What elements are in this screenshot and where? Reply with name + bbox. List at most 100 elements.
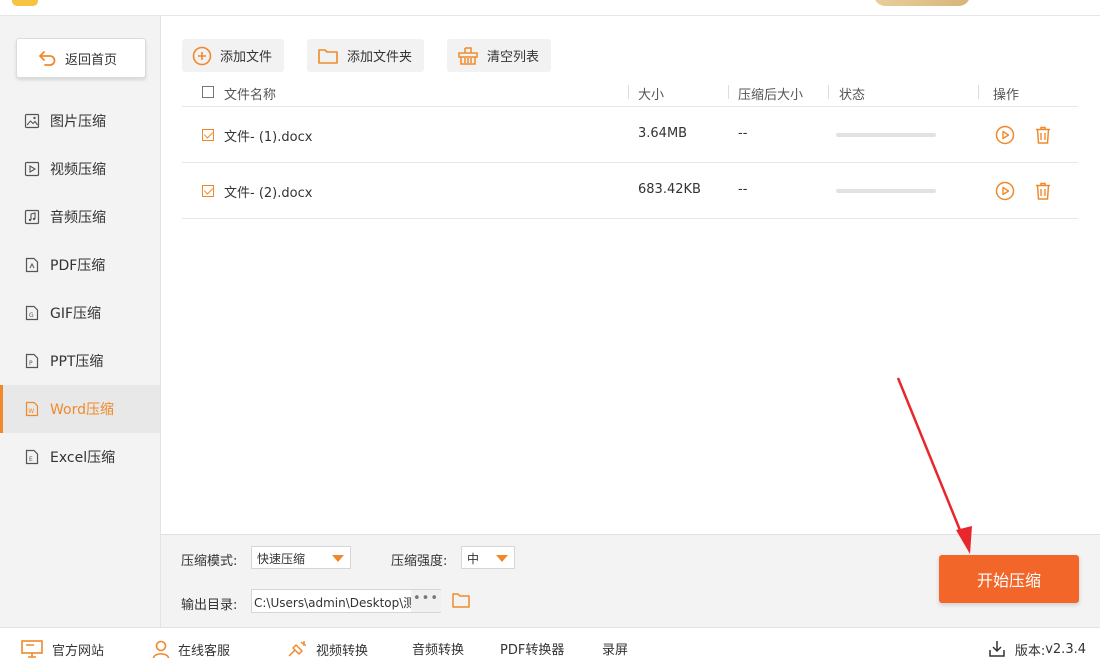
annotation-arrow (896, 377, 972, 554)
sidebar-item-label: GIF压缩 (50, 306, 102, 322)
official-website-link[interactable]: 官方网站 (20, 639, 104, 659)
column-divider (728, 85, 729, 99)
sidebar-item-word[interactable]: W Word压缩 (0, 385, 160, 433)
sidebar: 返回首页 图片压缩 视频压缩 音频压缩 PDF压缩 G GIF压缩 P PPT压… (0, 16, 161, 627)
table-row: 文件- (2).docx 683.42KB -- (182, 163, 1078, 219)
sidebar-item-label: 视频压缩 (50, 162, 106, 178)
add-file-button[interactable]: 添加文件 (182, 39, 285, 72)
trash-icon[interactable] (1032, 180, 1054, 202)
start-compress-label: 开始压缩 (976, 571, 1041, 590)
column-divider (828, 85, 829, 99)
pdf-icon (24, 257, 40, 273)
tools-icon (288, 641, 306, 657)
start-compress-button[interactable]: 开始压缩 (939, 555, 1079, 603)
screen-record-link[interactable]: 录屏 (602, 639, 628, 658)
strength-select[interactable]: 中 (461, 546, 515, 569)
sidebar-item-label: PDF压缩 (50, 258, 106, 274)
sidebar-item-label: 音频压缩 (50, 210, 106, 226)
file-table-header: 文件名称 大小 压缩后大小 状态 操作 (182, 78, 1078, 107)
column-header-actions: 操作 (993, 88, 1020, 103)
version-value: v2.3.4 (1045, 641, 1086, 657)
table-row: 文件- (1).docx 3.64MB -- (182, 107, 1078, 163)
play-icon[interactable] (994, 124, 1016, 146)
download-icon[interactable] (987, 639, 1007, 659)
open-folder-icon[interactable] (451, 591, 471, 613)
plus-circle-icon (192, 46, 212, 65)
mode-value: 快速压缩 (257, 552, 306, 566)
version-label: 版本: (1014, 643, 1046, 659)
sidebar-item-audio[interactable]: 音频压缩 (0, 193, 160, 241)
trash-icon[interactable] (1032, 124, 1054, 146)
promo-badge[interactable] (874, 0, 970, 6)
pdf-convert-link[interactable]: PDF转换器 (500, 639, 564, 658)
column-header-status: 状态 (839, 88, 866, 103)
progress-bar (836, 189, 936, 193)
file-size: 3.64MB (638, 126, 688, 141)
svg-text:G: G (29, 312, 34, 319)
online-support-label: 在线客服 (178, 643, 231, 659)
file-size: 683.42KB (638, 182, 701, 197)
title-bar (0, 0, 1100, 16)
row-checkbox[interactable] (202, 129, 214, 141)
sidebar-item-excel[interactable]: E Excel压缩 (0, 433, 160, 481)
sidebar-item-label: Word压缩 (50, 402, 114, 418)
play-icon[interactable] (994, 180, 1016, 202)
version-info: 版本: v2.3.4 (987, 639, 1086, 659)
basket-icon (458, 46, 478, 65)
chevron-down-icon (332, 555, 344, 562)
svg-text:P: P (29, 360, 33, 367)
add-file-label: 添加文件 (220, 50, 273, 65)
online-support-link[interactable]: 在线客服 (152, 639, 230, 659)
compressed-size: -- (738, 126, 748, 141)
sidebar-item-gif[interactable]: G GIF压缩 (0, 289, 160, 337)
more-tools-menu[interactable]: 视频转换 (286, 639, 368, 659)
footer-bar: 官方网站 在线客服 视频转换 音频转换 PDF转换器 录屏 版本: v2.3.4 (0, 627, 1100, 669)
chevron-down-icon (496, 555, 508, 562)
column-header-size: 大小 (638, 88, 665, 103)
user-icon (152, 640, 170, 659)
browse-more-button[interactable]: ••• (411, 590, 441, 612)
sidebar-item-ppt[interactable]: P PPT压缩 (0, 337, 160, 385)
sidebar-item-label: Excel压缩 (50, 450, 116, 466)
audio-convert-link[interactable]: 音频转换 (412, 639, 464, 658)
file-name: 文件- (1).docx (224, 130, 313, 145)
sidebar-item-video[interactable]: 视频压缩 (0, 145, 160, 193)
app-logo (12, 0, 38, 6)
sidebar-item-pdf[interactable]: PDF压缩 (0, 241, 160, 289)
output-label: 输出目录: (181, 598, 238, 613)
mode-select[interactable]: 快速压缩 (251, 546, 351, 569)
excel-icon: E (24, 449, 40, 465)
settings-panel: 压缩模式: 快速压缩 压缩强度: 中 输出目录: C:\Users\admin\… (161, 534, 1100, 627)
svg-text:W: W (28, 408, 34, 415)
strength-value: 中 (467, 552, 480, 566)
svg-text:E: E (29, 456, 33, 463)
column-header-name: 文件名称 (224, 88, 277, 103)
folder-icon (318, 48, 338, 64)
column-header-compressed-size: 压缩后大小 (738, 88, 804, 103)
row-checkbox[interactable] (202, 185, 214, 197)
back-home-label: 返回首页 (65, 52, 118, 68)
word-icon: W (24, 401, 40, 417)
gif-icon: G (24, 305, 40, 321)
sidebar-item-label: 图片压缩 (50, 114, 106, 130)
official-website-label: 官方网站 (52, 643, 105, 659)
compressed-size: -- (738, 182, 748, 197)
file-name: 文件- (2).docx (224, 186, 313, 201)
strength-label: 压缩强度: (391, 554, 448, 569)
add-folder-label: 添加文件夹 (347, 50, 413, 65)
monitor-icon (21, 640, 43, 658)
sidebar-item-image[interactable]: 图片压缩 (0, 97, 160, 145)
column-divider (628, 85, 629, 99)
select-all-checkbox[interactable] (202, 86, 214, 98)
back-home-button[interactable]: 返回首页 (16, 38, 146, 78)
video-icon (24, 161, 40, 177)
mode-label: 压缩模式: (181, 554, 238, 569)
audio-icon (24, 209, 40, 225)
ppt-icon: P (24, 353, 40, 369)
clear-list-button[interactable]: 清空列表 (447, 39, 552, 72)
sidebar-item-label: PPT压缩 (50, 354, 104, 370)
back-arrow-icon (39, 51, 56, 66)
image-icon (24, 113, 40, 129)
video-convert-link[interactable]: 视频转换 (316, 640, 368, 659)
add-folder-button[interactable]: 添加文件夹 (307, 39, 425, 72)
